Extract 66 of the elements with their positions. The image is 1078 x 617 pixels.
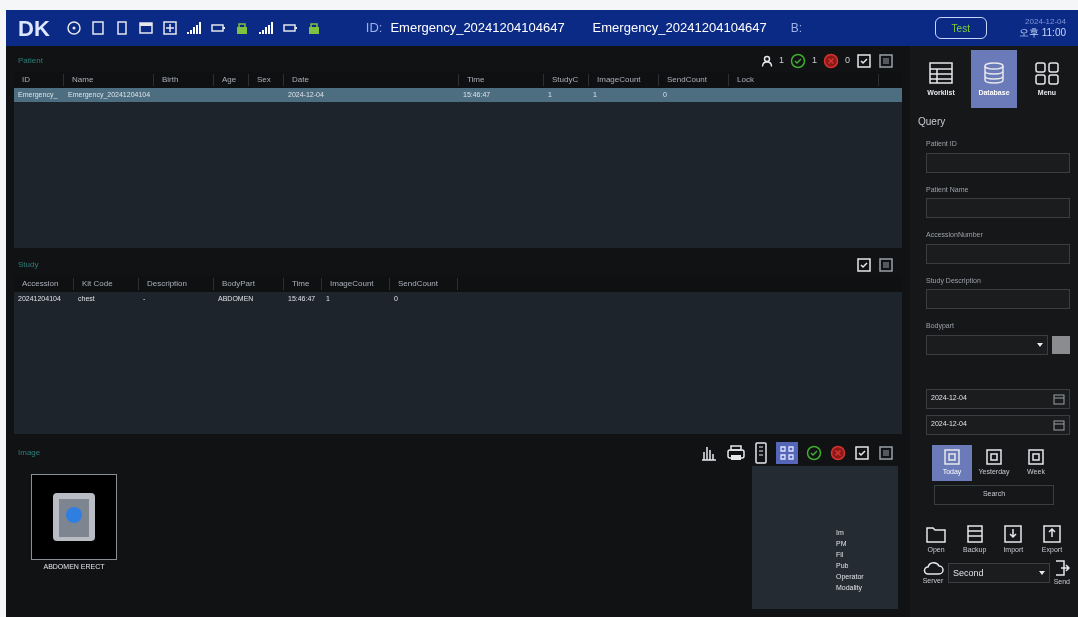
input-field[interactable] (926, 289, 1070, 309)
column-header[interactable]: Time (284, 278, 322, 290)
grid-view-icon[interactable] (776, 442, 798, 464)
window-icon (137, 20, 154, 36)
send-icon (1053, 559, 1070, 577)
error-circle-icon[interactable] (830, 445, 846, 461)
clear-button[interactable] (1052, 335, 1070, 354)
panel-title: Patient (18, 55, 43, 67)
table-icon (927, 59, 955, 86)
thumbnail-frame[interactable] (31, 474, 117, 560)
patient-name: Emergency_20241204104647 (592, 19, 767, 38)
count-text: 1 (778, 54, 784, 68)
column-header[interactable]: ImageCount (589, 74, 659, 86)
checkbox-icon[interactable] (854, 445, 870, 461)
section-title: Query (918, 115, 947, 129)
date-text: 2024-12-04 (1025, 18, 1066, 26)
column-header[interactable]: Birth (154, 74, 214, 86)
column-header[interactable]: SendCount (390, 278, 458, 290)
column-header[interactable]: BodyPart (214, 278, 284, 290)
b-label: B: (790, 20, 803, 37)
dropdown-value: Second (953, 566, 984, 580)
column-header[interactable]: Accession (14, 278, 74, 290)
column-header[interactable]: SendCount (659, 74, 729, 86)
caret-down-icon (1037, 342, 1043, 347)
signal-icon (185, 20, 202, 36)
input-field[interactable] (926, 243, 1070, 264)
column-header[interactable]: StudyC (544, 74, 589, 86)
panel-icon (89, 20, 106, 36)
apps-icon (1033, 59, 1061, 86)
logo: DK (18, 14, 50, 43)
patient-id: Emergency_20241204104647 (390, 19, 565, 38)
column-header[interactable]: Name (64, 74, 154, 86)
mode-button[interactable]: Test (934, 17, 987, 39)
count-text: 1 (811, 54, 817, 68)
person-icon (760, 55, 773, 67)
export-icon (1040, 522, 1063, 545)
signal-icon (257, 20, 274, 36)
column-header[interactable]: Date (284, 74, 459, 86)
column-header[interactable]: Lock (729, 74, 879, 86)
column-header[interactable]: ID (14, 74, 64, 86)
printer-icon[interactable] (726, 444, 746, 462)
panel-title: Study (18, 259, 39, 271)
device-icon[interactable] (754, 442, 768, 464)
id-label: ID: (365, 19, 383, 38)
error-circle-icon (823, 53, 839, 69)
input-field[interactable] (926, 152, 1070, 173)
checkbox-icon[interactable] (856, 53, 872, 69)
grid-icon (161, 20, 178, 36)
check-circle-icon[interactable] (806, 445, 822, 461)
column-header[interactable]: Age (214, 74, 249, 86)
column-header[interactable]: Time (459, 74, 544, 86)
cloud-icon (922, 560, 944, 576)
column-header[interactable]: Kit Code (74, 278, 139, 290)
checkbox-icon[interactable] (856, 257, 872, 273)
check-circle-icon (789, 53, 806, 69)
time-text: 오후 11:00 (1018, 28, 1066, 38)
import-icon (1002, 522, 1025, 545)
bar-chart-icon[interactable] (700, 444, 718, 462)
server-dropdown[interactable]: Second (948, 563, 1050, 584)
panel-title: Image (18, 447, 41, 459)
column-header[interactable]: Sex (249, 74, 284, 86)
column-header[interactable]: Description (139, 278, 214, 290)
caret-down-icon (1038, 571, 1045, 576)
input-field[interactable] (926, 198, 1070, 218)
count-text: 0 (845, 54, 850, 68)
column-header[interactable]: ImageCount (322, 278, 390, 290)
